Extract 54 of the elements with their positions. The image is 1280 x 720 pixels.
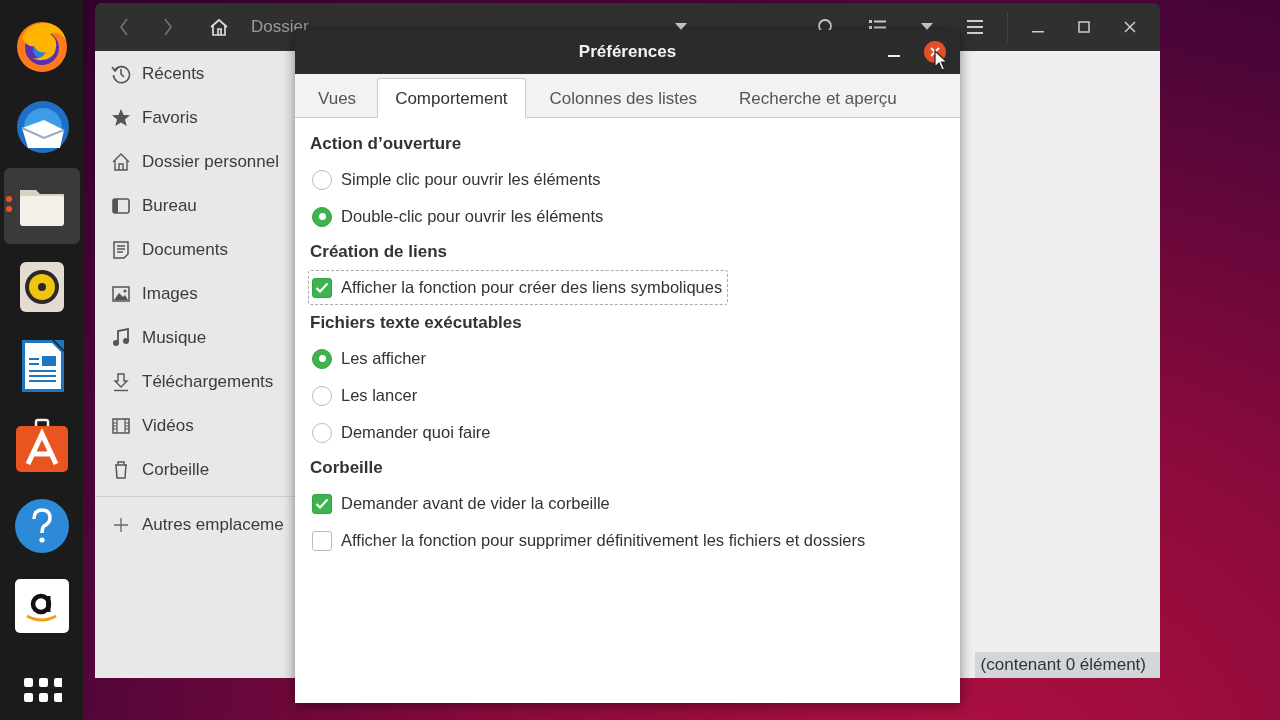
radio-button[interactable] [312, 422, 332, 443]
star-icon [111, 108, 131, 128]
checkbox-option[interactable]: Afficher la fonction pour supprimer définitivement les fichiers et dossiers [308, 523, 872, 558]
sidebar-item[interactable]: Corbeille [95, 448, 310, 492]
checkbox[interactable] [312, 277, 332, 298]
checkbox[interactable] [312, 493, 332, 514]
sidebar-item[interactable]: Documents [95, 228, 310, 272]
radio-option[interactable]: Double-clic pour ouvrir les éléments [308, 199, 610, 234]
section-heading: Fichiers texte exécutables [310, 312, 522, 334]
section-heading: Action d’ouverture [310, 133, 462, 155]
menu-icon[interactable] [967, 20, 983, 34]
home-icon [209, 18, 229, 36]
download-icon [111, 372, 131, 392]
clock-icon [111, 64, 131, 84]
maximize-icon[interactable] [1078, 21, 1090, 33]
radio-option[interactable]: Les lancer [308, 378, 424, 413]
shop-logo-icon[interactable] [13, 578, 70, 634]
tab[interactable]: Colonnes des listes [528, 79, 718, 118]
sidebar-item[interactable]: Téléchargements [95, 360, 310, 404]
document-icon [111, 240, 131, 260]
radio-button[interactable] [312, 348, 332, 369]
shopping-bag-icon[interactable] [13, 418, 70, 474]
checkbox-option[interactable]: Demander avant de vider la corbeille [308, 486, 616, 521]
close-icon[interactable] [1124, 21, 1136, 33]
monitor-icon [111, 196, 131, 216]
radio-option[interactable]: Demander quoi faire [308, 415, 497, 450]
image-icon [111, 284, 131, 304]
radio-button[interactable] [312, 206, 332, 227]
section-heading: Corbeille [310, 457, 383, 479]
radio-button[interactable] [312, 385, 332, 406]
sidebar-item[interactable]: Autres emplaceme [95, 503, 310, 547]
checkbox[interactable] [312, 530, 332, 551]
status-label: (contenant 0 élément) [974, 652, 1160, 678]
radio-option[interactable]: Simple clic pour ouvrir les éléments [308, 162, 607, 197]
sidebar-item[interactable]: Musique [95, 316, 310, 360]
sidebar-item[interactable]: Dossier personnel [95, 140, 310, 184]
forward-icon[interactable] [163, 18, 173, 36]
help-icon[interactable] [13, 498, 70, 554]
radio-option[interactable]: Les afficher [308, 341, 432, 376]
sidebar-item[interactable]: Bureau [95, 184, 310, 228]
tab[interactable]: Comportement [377, 78, 526, 118]
radio-button[interactable] [312, 169, 332, 190]
checkbox-option[interactable]: Afficher la fonction pour créer des liens symboliques [308, 270, 729, 305]
running-indicator-icon [5, 196, 12, 212]
back-icon[interactable] [119, 18, 129, 36]
window-title: Préférences [578, 42, 677, 62]
music-note-icon [111, 328, 131, 348]
sidebar-item[interactable]: Vidéos [95, 404, 310, 448]
tab[interactable]: Recherche et aperçu [721, 79, 915, 118]
home-icon [111, 152, 131, 172]
section-heading: Création de liens [310, 241, 447, 263]
film-icon [111, 416, 131, 436]
plus-icon [111, 515, 131, 535]
sidebar-item[interactable]: Images [95, 272, 310, 316]
